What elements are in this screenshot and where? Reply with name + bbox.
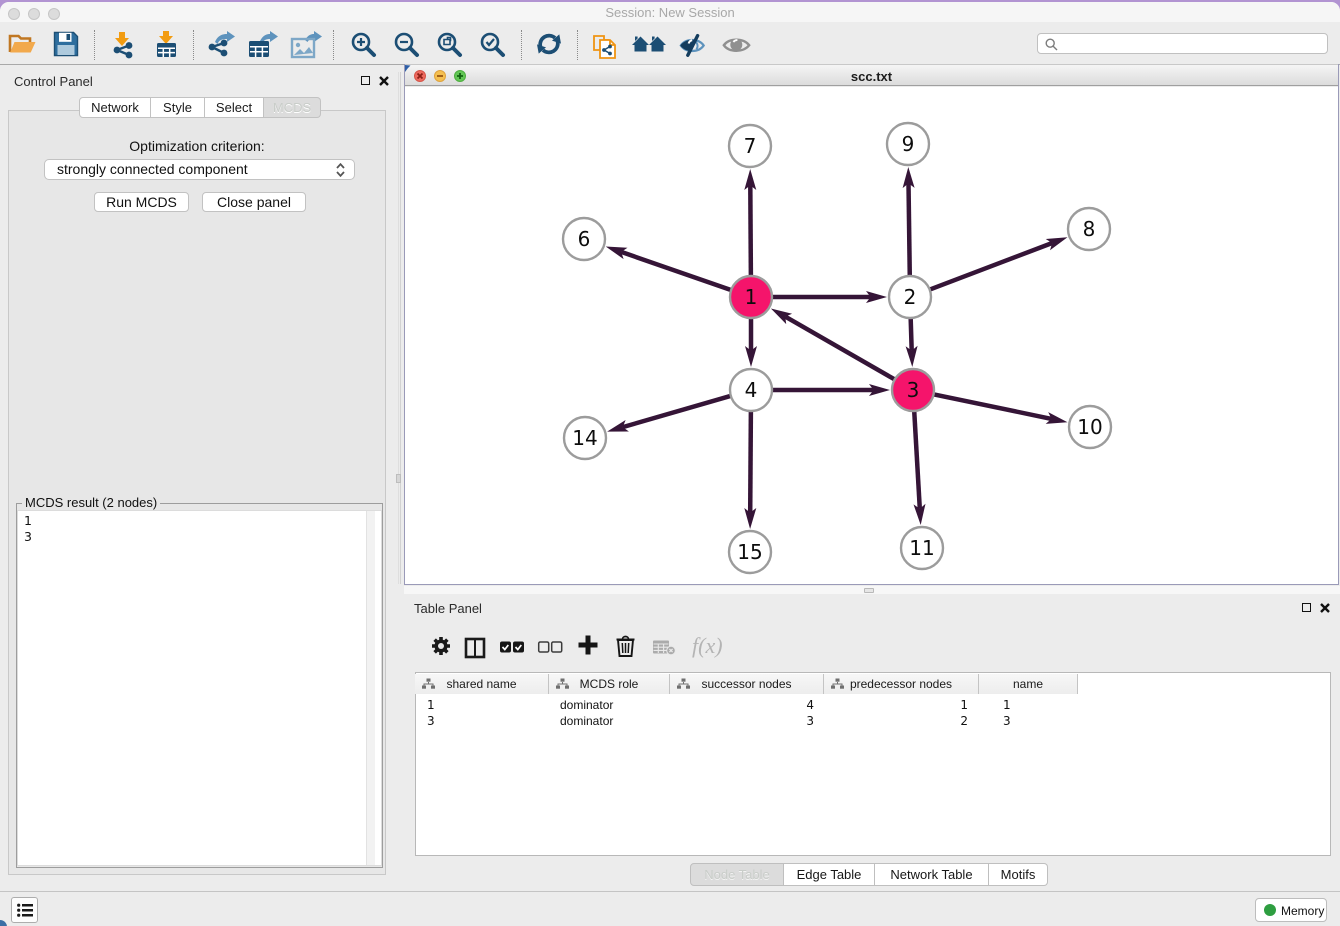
svg-text:10: 10 [1077,415,1102,439]
svg-text:7: 7 [744,134,757,158]
svg-text:14: 14 [572,426,597,450]
svg-text:3: 3 [907,378,920,402]
svg-text:15: 15 [737,540,762,564]
svg-text:8: 8 [1083,217,1096,241]
svg-text:4: 4 [745,378,758,402]
svg-text:2: 2 [904,285,917,309]
svg-text:6: 6 [578,227,591,251]
svg-text:11: 11 [909,536,934,560]
svg-text:1: 1 [745,285,758,309]
svg-text:9: 9 [902,132,915,156]
